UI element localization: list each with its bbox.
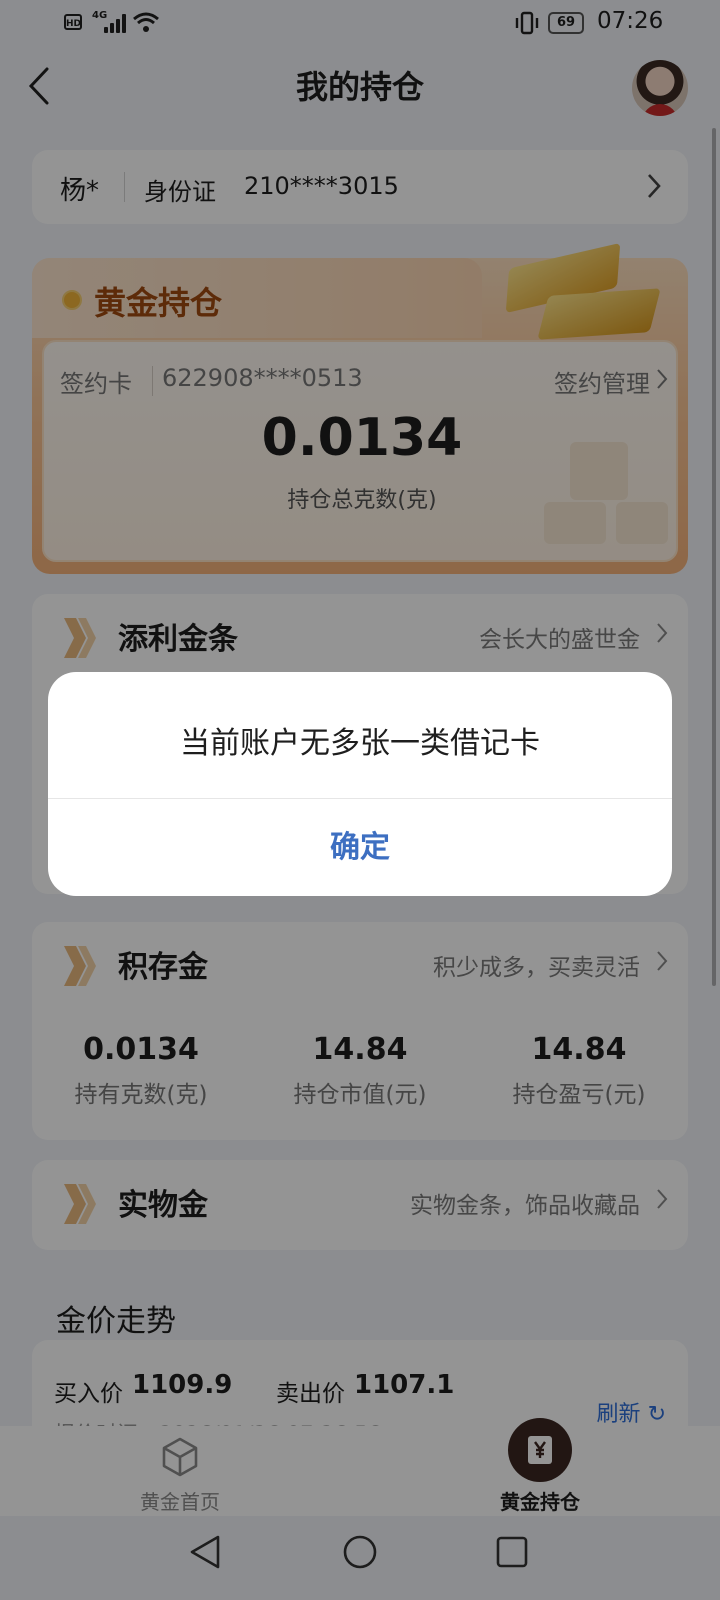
dialog-message: 当前账户无多张一类借记卡 [180,726,540,761]
alert-dialog: 当前账户无多张一类借记卡 确定 [48,672,672,896]
divider [48,798,672,799]
confirm-button[interactable]: 确定 [48,800,672,896]
